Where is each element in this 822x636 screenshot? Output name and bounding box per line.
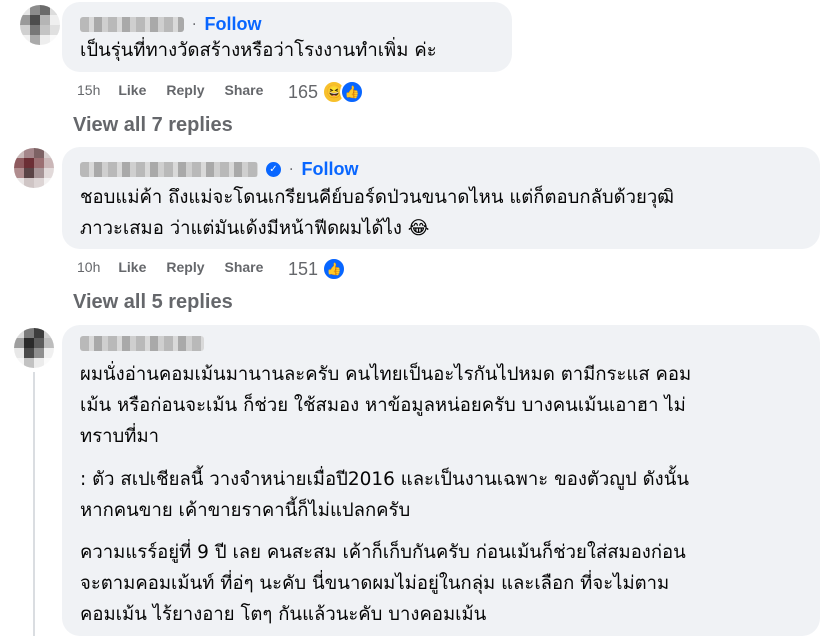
comment-text-line: ทราบที่มา: [80, 426, 160, 447]
timestamp[interactable]: 15h: [77, 82, 100, 98]
follow-button[interactable]: Follow: [301, 159, 358, 180]
reply-button[interactable]: Reply: [166, 259, 204, 275]
like-icon: 👍: [322, 257, 347, 281]
reaction-summary[interactable]: 151 👍: [288, 257, 347, 281]
comment-header: · Follow: [80, 14, 261, 35]
share-button[interactable]: Share: [225, 259, 264, 275]
avatar[interactable]: [20, 5, 60, 45]
comment-text-line: เม้น หรือก่อนจะเม้น ก็ช่วย ใช้สมอง หาข้อ…: [80, 395, 686, 416]
verified-icon: ✓: [266, 162, 281, 177]
share-button[interactable]: Share: [225, 82, 264, 98]
follow-button[interactable]: Follow: [204, 14, 261, 35]
comment-text-line: ภาวะเสมอ ว่าแต่มันเด้งมีหน้าฟีดผมได้ไง 😂: [80, 218, 430, 239]
avatar[interactable]: [14, 148, 54, 188]
comment-text-line: คอมเม้น ไร้ยางอาย โตๆ กันแล้วนะคับ บางคอ…: [80, 604, 487, 625]
comment-actions: 15h Like Reply Share: [77, 82, 283, 98]
comment-text: เป็นรุ่นที่ทางวัดสร้างหรือว่าโรงงานทำเพิ…: [80, 40, 437, 61]
timestamp[interactable]: 10h: [77, 259, 100, 275]
reaction-summary[interactable]: 165 😆 👍: [288, 80, 365, 104]
comment-text-line: หากคนขาย เค้าขายราคานี้ก็ไม่แปลกครับ: [80, 500, 411, 521]
comment-text-line: : ตัว สเปเชียลนี้ วางจำหน่ายเมื่อปี2016 …: [80, 469, 690, 490]
comment-header: [80, 336, 204, 351]
comment-header: ✓ · Follow: [80, 159, 358, 180]
view-replies-link[interactable]: View all 5 replies: [73, 291, 233, 314]
reaction-count: 165: [288, 81, 319, 102]
reply-thread-line: [33, 372, 35, 636]
comment-actions: 10h Like Reply Share: [77, 259, 283, 275]
separator-dot: ·: [289, 161, 294, 178]
separator-dot: ·: [192, 16, 197, 33]
reaction-count: 151: [288, 258, 319, 279]
like-button[interactable]: Like: [118, 82, 146, 98]
reply-button[interactable]: Reply: [166, 82, 204, 98]
author-name[interactable]: [80, 336, 204, 351]
like-icon: 👍: [340, 80, 365, 104]
author-name[interactable]: [80, 17, 184, 32]
author-name[interactable]: [80, 162, 258, 177]
comment-text-line: ผมนั่งอ่านคอมเม้นมานานละครับ คนไทยเป็นอะ…: [80, 364, 692, 385]
view-replies-link[interactable]: View all 7 replies: [73, 114, 233, 137]
comment-text-line: จะตามคอมเม้นท์ ที่อ่ๆ นะคับ นี่ขนาดผมไม่…: [80, 573, 670, 594]
comment-text-line: ความแรร์อยู่ที่ 9 ปี เลย คนสะสม เค้าก็เก…: [80, 542, 686, 563]
avatar[interactable]: [14, 328, 54, 368]
like-button[interactable]: Like: [118, 259, 146, 275]
comment-text-line: ชอบแม่ค้า ถึงแม่จะโดนเกรียนคีย์บอร์ดป่วน…: [80, 187, 674, 208]
